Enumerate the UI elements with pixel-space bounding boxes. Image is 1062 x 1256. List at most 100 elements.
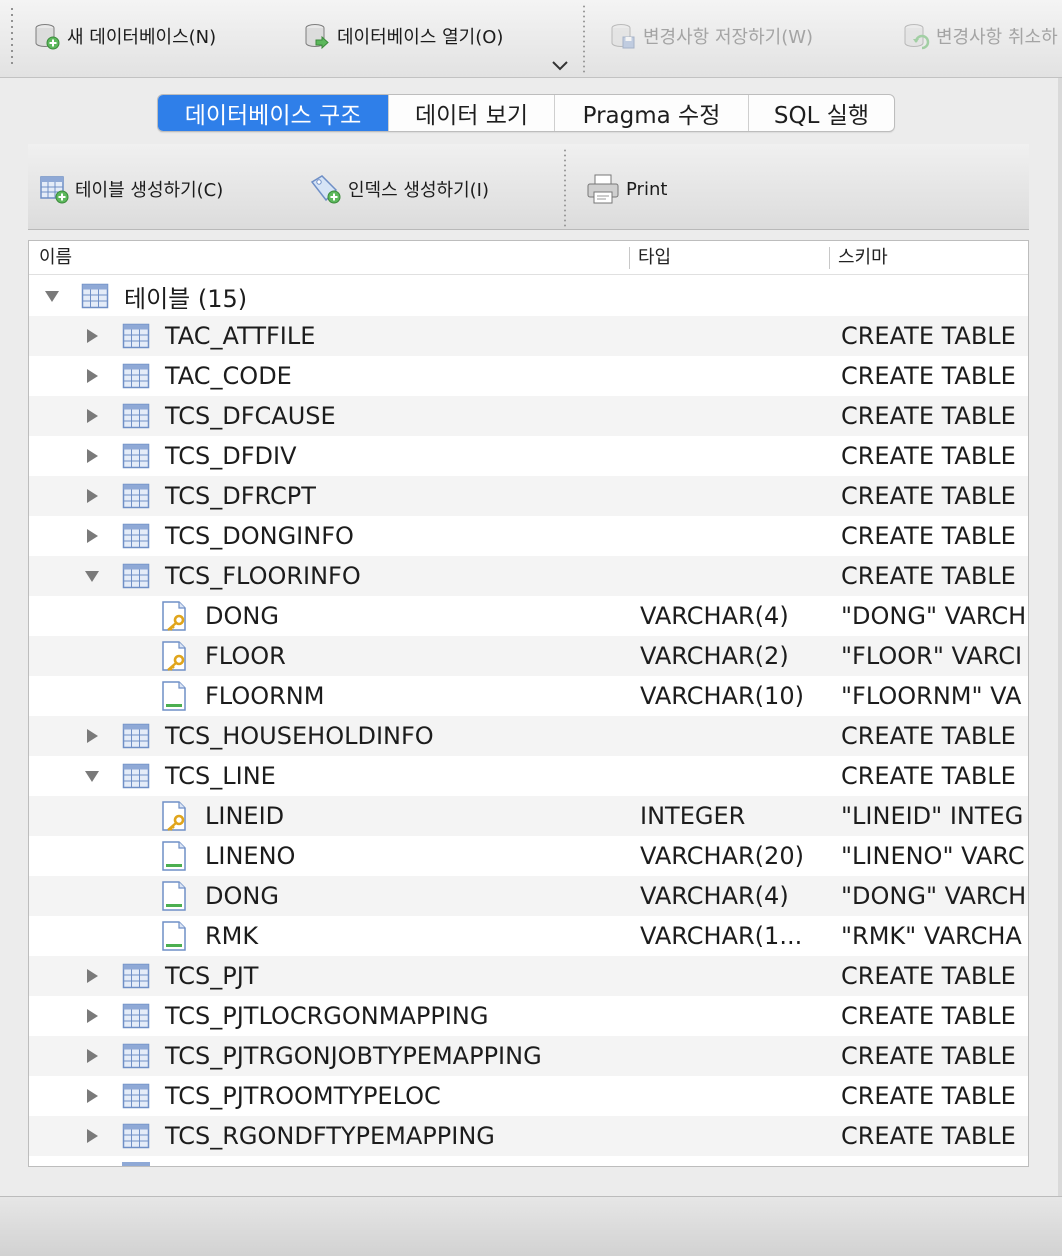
column-header-name[interactable]: 이름 bbox=[39, 245, 72, 271]
chevron-right-icon[interactable] bbox=[84, 328, 100, 344]
create-table-icon bbox=[40, 176, 69, 204]
chevron-down-icon[interactable] bbox=[551, 60, 569, 72]
table-name: TCS_DFCAUSE bbox=[165, 402, 336, 430]
field-row[interactable]: RMK VARCHAR(1... "RMK" VARCHA bbox=[29, 916, 1028, 956]
field-type: VARCHAR(2) bbox=[640, 642, 789, 670]
table-row[interactable]: TCS_PJTROOMTYPELOC CREATE TABLE bbox=[29, 1076, 1028, 1116]
chevron-right-icon[interactable] bbox=[84, 368, 100, 384]
field-row[interactable]: FLOORNM VARCHAR(10) "FLOORNM" VA bbox=[29, 676, 1028, 716]
chevron-right-icon[interactable] bbox=[84, 728, 100, 744]
table-name: TAC_ATTFILE bbox=[165, 322, 316, 350]
chevron-down-icon[interactable] bbox=[84, 568, 100, 584]
table-icon bbox=[122, 483, 150, 509]
table-name: TCS_HOUSEHOLDINFO bbox=[165, 722, 434, 750]
table-name: TCS_DFRCPT bbox=[165, 482, 316, 510]
chevron-right-icon[interactable] bbox=[84, 408, 100, 424]
print-label: Print bbox=[626, 178, 668, 200]
table-row[interactable]: TCS_DFDIV CREATE TABLE bbox=[29, 436, 1028, 476]
main-tab-bar: 데이터베이스 구조 데이터 보기 Pragma 수정 SQL 실행 bbox=[157, 94, 895, 132]
table-icon bbox=[122, 723, 150, 749]
tab-browse-data[interactable]: 데이터 보기 bbox=[388, 95, 554, 131]
partially-visible-row bbox=[29, 1161, 1028, 1166]
table-row[interactable]: TCS_HOUSEHOLDINFO CREATE TABLE bbox=[29, 716, 1028, 756]
field-name: DONG bbox=[205, 602, 279, 630]
toolbar-separator bbox=[564, 148, 566, 228]
table-row[interactable]: TCS_PJTRGONJOBTYPEMAPPING CREATE TABLE bbox=[29, 1036, 1028, 1076]
table-row[interactable]: TCS_DFCAUSE CREATE TABLE bbox=[29, 396, 1028, 436]
write-changes-label: 변경사항 저장하기(W) bbox=[643, 27, 814, 48]
chevron-right-icon[interactable] bbox=[84, 448, 100, 464]
write-changes-button[interactable]: 변경사항 저장하기(W) bbox=[609, 20, 813, 52]
new-database-button[interactable]: 새 데이터베이스(N) bbox=[33, 20, 216, 52]
field-type: VARCHAR(10) bbox=[640, 682, 804, 710]
field-type bbox=[640, 1036, 830, 1076]
field-row[interactable]: DONG VARCHAR(4) "DONG" VARCH bbox=[29, 876, 1028, 916]
revert-changes-label: 변경사항 취소하 bbox=[936, 27, 1058, 48]
field-type bbox=[640, 476, 830, 516]
toolbar-grip[interactable] bbox=[10, 6, 14, 68]
chevron-right-icon[interactable] bbox=[84, 1008, 100, 1024]
chevron-right-icon[interactable] bbox=[84, 1088, 100, 1104]
tab-database-structure[interactable]: 데이터베이스 구조 bbox=[158, 95, 388, 131]
column-header-type[interactable]: 타입 bbox=[638, 245, 671, 271]
create-table-button[interactable]: 테이블 생성하기(C) bbox=[39, 172, 223, 206]
column-divider[interactable] bbox=[629, 247, 630, 269]
revert-changes-button[interactable]: 변경사항 취소하 bbox=[902, 20, 1058, 52]
main-toolbar: 새 데이터베이스(N) 데이터베이스 열기(O) 변경사항 저장하기(W) 변경… bbox=[0, 0, 1062, 78]
table-row[interactable]: TCS_PJT CREATE TABLE bbox=[29, 956, 1028, 996]
table-row[interactable]: TCS_DONGINFO CREATE TABLE bbox=[29, 516, 1028, 556]
table-row[interactable]: TAC_ATTFILE CREATE TABLE bbox=[29, 316, 1028, 356]
table-row[interactable]: TCS_PJTLOCRGONMAPPING CREATE TABLE bbox=[29, 996, 1028, 1036]
field-type bbox=[640, 356, 830, 396]
create-index-label: 인덱스 생성하기(I) bbox=[348, 180, 489, 201]
revert-changes-icon bbox=[904, 24, 930, 50]
open-database-button[interactable]: 데이터베이스 열기(O) bbox=[303, 20, 503, 52]
chevron-right-icon[interactable] bbox=[84, 1048, 100, 1064]
field-type bbox=[640, 436, 830, 476]
table-row[interactable]: TCS_LINE CREATE TABLE bbox=[29, 756, 1028, 796]
create-table-label: 테이블 생성하기(C) bbox=[75, 180, 224, 201]
table-row[interactable]: TAC_CODE CREATE TABLE bbox=[29, 356, 1028, 396]
tree-root-tables[interactable]: 테이블 (15) bbox=[29, 276, 1028, 316]
create-index-icon bbox=[310, 175, 341, 204]
field-row[interactable]: DONG VARCHAR(4) "DONG" VARCH bbox=[29, 596, 1028, 636]
table-row[interactable]: TCS_FLOORINFO CREATE TABLE bbox=[29, 556, 1028, 596]
chevron-down-icon[interactable] bbox=[44, 288, 60, 304]
print-button[interactable]: Print bbox=[586, 172, 667, 206]
key-field-icon bbox=[162, 641, 186, 671]
schema-text: "RMK" VARCHA bbox=[841, 922, 1022, 950]
table-row[interactable]: TCS_DFRCPT CREATE TABLE bbox=[29, 476, 1028, 516]
table-name: TCS_DONGINFO bbox=[165, 522, 354, 550]
field-row[interactable]: LINENO VARCHAR(20) "LINENO" VARC bbox=[29, 836, 1028, 876]
field-type bbox=[640, 716, 830, 756]
field-row[interactable]: LINEID INTEGER "LINEID" INTEG bbox=[29, 796, 1028, 836]
chevron-right-icon[interactable] bbox=[84, 528, 100, 544]
field-icon bbox=[162, 921, 186, 951]
field-row[interactable]: FLOOR VARCHAR(2) "FLOOR" VARCI bbox=[29, 636, 1028, 676]
field-name: DONG bbox=[205, 882, 279, 910]
chevron-right-icon[interactable] bbox=[84, 488, 100, 504]
field-type bbox=[640, 396, 830, 436]
field-type: VARCHAR(20) bbox=[640, 842, 804, 870]
column-divider[interactable] bbox=[829, 247, 830, 269]
field-icon bbox=[162, 881, 186, 911]
chevron-down-icon[interactable] bbox=[84, 768, 100, 784]
tab-edit-pragmas[interactable]: Pragma 수정 bbox=[554, 95, 748, 131]
chevron-right-icon[interactable] bbox=[84, 1128, 100, 1144]
field-type: VARCHAR(4) bbox=[640, 602, 789, 630]
field-type: VARCHAR(4) bbox=[640, 882, 789, 910]
key-field-icon bbox=[162, 601, 186, 631]
table-row[interactable]: TCS_RGONDFTYPEMAPPING CREATE TABLE bbox=[29, 1116, 1028, 1156]
schema-text: CREATE TABLE bbox=[841, 1122, 1016, 1150]
database-structure-tree[interactable]: 이름 타입 스키마 테이블 (15) TAC_ATTFILE CREATE TAB… bbox=[28, 240, 1029, 1167]
save-changes-icon bbox=[611, 24, 635, 49]
field-name: RMK bbox=[205, 922, 259, 950]
column-header-schema[interactable]: 스키마 bbox=[838, 245, 888, 271]
tab-execute-sql[interactable]: SQL 실행 bbox=[748, 95, 894, 131]
table-icon bbox=[122, 763, 150, 789]
chevron-right-icon[interactable] bbox=[84, 968, 100, 984]
field-type: INTEGER bbox=[640, 802, 746, 830]
create-index-button[interactable]: 인덱스 생성하기(I) bbox=[308, 172, 489, 206]
table-icon bbox=[122, 403, 150, 429]
table-name: TCS_DFDIV bbox=[165, 442, 297, 470]
